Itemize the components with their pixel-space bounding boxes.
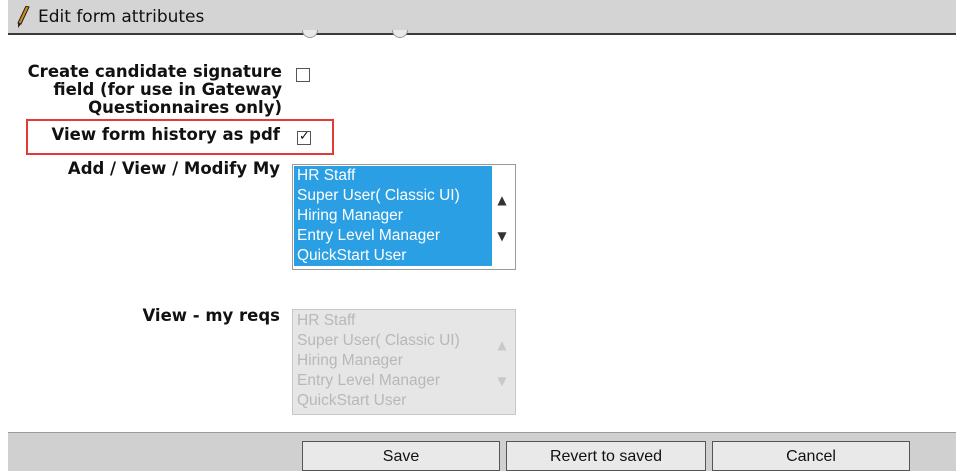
list-option: Hiring Manager (297, 352, 403, 369)
dialog-title: Edit form attributes (38, 7, 205, 27)
scroll-down-icon: ▼ (497, 374, 507, 388)
signature-checkbox[interactable] (296, 68, 310, 82)
radio-yes[interactable] (302, 30, 318, 38)
signature-label-line1: Create candidate signature (27, 62, 282, 81)
revert-to-saved-button[interactable]: Revert to saved (506, 441, 706, 471)
list-option: Super User( Classic UI) (297, 332, 460, 349)
add-view-modify-label: Add / View / Modify My (67, 159, 280, 178)
list-option[interactable]: QuickStart User (294, 246, 492, 266)
list-option[interactable]: HR Staff (294, 166, 492, 186)
list-option[interactable]: Entry Level Manager (294, 226, 492, 246)
list-option: Entry Level Manager (297, 372, 441, 389)
add-view-modify-listbox[interactable]: HR Staff Super User( Classic UI) Hiring … (292, 164, 516, 270)
view-my-reqs-label: View - my reqs (142, 306, 280, 325)
history-pdf-checkbox[interactable] (297, 129, 311, 145)
list-option: QuickStart User (297, 392, 407, 409)
list-option[interactable]: Super User( Classic UI) (294, 186, 492, 206)
radio-no[interactable] (392, 30, 408, 38)
scroll-down-icon[interactable]: ▼ (495, 229, 509, 243)
history-pdf-label: View form history as pdf (51, 125, 281, 144)
radio-group-partial (300, 30, 440, 40)
scroll-up-icon: ▲ (497, 338, 507, 352)
signature-label-line2: field (for use in Gateway (53, 80, 282, 99)
signature-label-line3: Questionnaires only) (88, 98, 282, 117)
cancel-button[interactable]: Cancel (712, 441, 910, 471)
pencil-icon (17, 6, 30, 28)
signature-field-label: Create candidate signature field (for us… (10, 63, 282, 117)
view-my-reqs-listbox: HR Staff Super User( Classic UI) Hiring … (292, 309, 516, 415)
save-button[interactable]: Save (302, 441, 500, 471)
list-option[interactable]: Hiring Manager (294, 206, 492, 226)
dialog-title-bar: Edit form attributes (8, 0, 956, 35)
scroll-up-icon[interactable]: ▲ (495, 193, 509, 207)
list-option: HR Staff (297, 312, 356, 329)
